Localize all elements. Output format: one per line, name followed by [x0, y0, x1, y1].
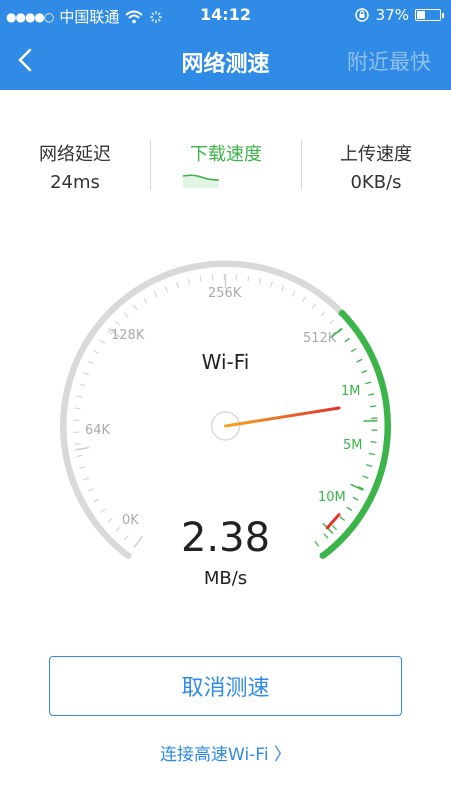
- gauge-minor-tick: [143, 297, 148, 304]
- latency-metric: 网络延迟 24ms: [0, 140, 150, 193]
- gauge-minor-tick: [346, 506, 353, 512]
- app-header: ●●●●○ 中国联通 14:12 37% 网络测速 附近最快: [0, 0, 451, 90]
- gauge-minor-tick: [76, 395, 83, 398]
- gauge-minor-tick: [199, 276, 202, 283]
- latency-label: 网络延迟: [39, 144, 111, 165]
- scale-label-1m: 1M: [341, 384, 361, 399]
- upload-value: 0KB/s: [350, 172, 402, 193]
- gauge-minor-tick: [83, 477, 90, 481]
- scale-label-10m: 10M: [318, 490, 346, 505]
- nav-bar: 网络测速 附近最快: [0, 32, 451, 90]
- connection-type: Wi-Fi: [201, 350, 250, 374]
- gauge-minor-tick: [320, 310, 326, 317]
- gauge-minor-tick: [329, 319, 335, 325]
- gauge-minor-tick: [79, 383, 86, 387]
- download-progress-wave-icon: [182, 174, 220, 188]
- gauge-major-tick: [350, 483, 364, 491]
- gauge-minor-tick: [153, 291, 158, 298]
- gauge-minor-tick: [344, 337, 351, 343]
- gauge-minor-tick: [93, 498, 100, 503]
- scale-label-64k: 64K: [85, 423, 111, 438]
- gauge-minor-tick: [366, 464, 373, 467]
- gauge-minor-tick: [269, 281, 274, 288]
- gauge-minor-tick: [211, 274, 214, 281]
- scale-label-512k: 512K: [303, 331, 337, 346]
- latency-value: 24ms: [50, 172, 100, 193]
- download-label: 下载速度: [190, 144, 262, 165]
- gauge-minor-tick: [281, 285, 285, 292]
- gauge-minor-tick: [365, 381, 372, 385]
- metrics-row: 网络延迟 24ms 下载速度 上传速度 0KB/s: [0, 130, 451, 200]
- gauge-minor-tick: [311, 303, 317, 309]
- nearby-fastest-button[interactable]: 附近最快: [347, 46, 431, 76]
- gauge-minor-tick: [114, 320, 121, 326]
- gauge-minor-tick: [368, 452, 375, 456]
- gauge-minor-tick: [87, 488, 94, 492]
- speed-unit: MB/s: [203, 568, 248, 589]
- connect-wifi-link[interactable]: 连接高速Wi-Fi 〉: [0, 740, 451, 765]
- gauge-minor-tick: [99, 339, 106, 345]
- gauge-minor-tick: [123, 312, 129, 318]
- status-right: 37%: [354, 6, 444, 24]
- scale-label-256k: 256K: [208, 286, 242, 301]
- gauge-minor-tick: [79, 466, 86, 470]
- gauge-minor-tick: [368, 393, 375, 396]
- upload-metric: 上传速度 0KB/s: [301, 140, 451, 193]
- battery-icon: [415, 9, 444, 21]
- gauge-minor-tick: [164, 286, 169, 293]
- speed-gauge: 0K 64K 128K 256K 512K 1M 5M 10M Wi-Fi 2.…: [0, 230, 451, 610]
- gauge-minor-tick: [352, 496, 359, 501]
- gauge-minor-tick: [301, 296, 307, 303]
- scale-label-128k: 128K: [111, 328, 145, 343]
- connect-wifi-label: 连接高速Wi-Fi: [160, 745, 269, 765]
- gauge-track-arc: [60, 260, 346, 559]
- gauge-minor-tick: [362, 475, 369, 479]
- gauge-minor-tick: [74, 407, 81, 410]
- speed-value: 2.38: [180, 515, 271, 561]
- upload-label: 上传速度: [340, 144, 412, 165]
- cancel-test-button[interactable]: 取消测速: [49, 656, 402, 716]
- gauge-minor-tick: [370, 441, 377, 444]
- rotation-lock-icon: [354, 8, 369, 22]
- gauge-minor-tick: [247, 275, 250, 282]
- scale-label-5m: 5M: [343, 438, 363, 453]
- gauge-minor-tick: [370, 405, 377, 408]
- gauge-major-tick: [75, 446, 90, 451]
- gauge-minor-tick: [291, 290, 296, 297]
- gauge-minor-tick: [100, 508, 106, 513]
- gauge-minor-tick: [76, 454, 83, 458]
- gauge-minor-tick: [175, 281, 180, 288]
- gauge-minor-tick: [74, 443, 81, 446]
- battery-fill: [417, 11, 425, 19]
- battery-percent: 37%: [375, 6, 409, 24]
- gauge-minor-tick: [187, 278, 191, 285]
- chevron-right-icon: 〉: [273, 745, 291, 765]
- gauge-needle: [224, 406, 341, 428]
- status-bar: ●●●●○ 中国联通 14:12 37%: [0, 0, 451, 32]
- gauge-minor-tick: [133, 304, 138, 311]
- gauge-minor-tick: [258, 277, 262, 285]
- download-metric: 下载速度: [151, 140, 301, 196]
